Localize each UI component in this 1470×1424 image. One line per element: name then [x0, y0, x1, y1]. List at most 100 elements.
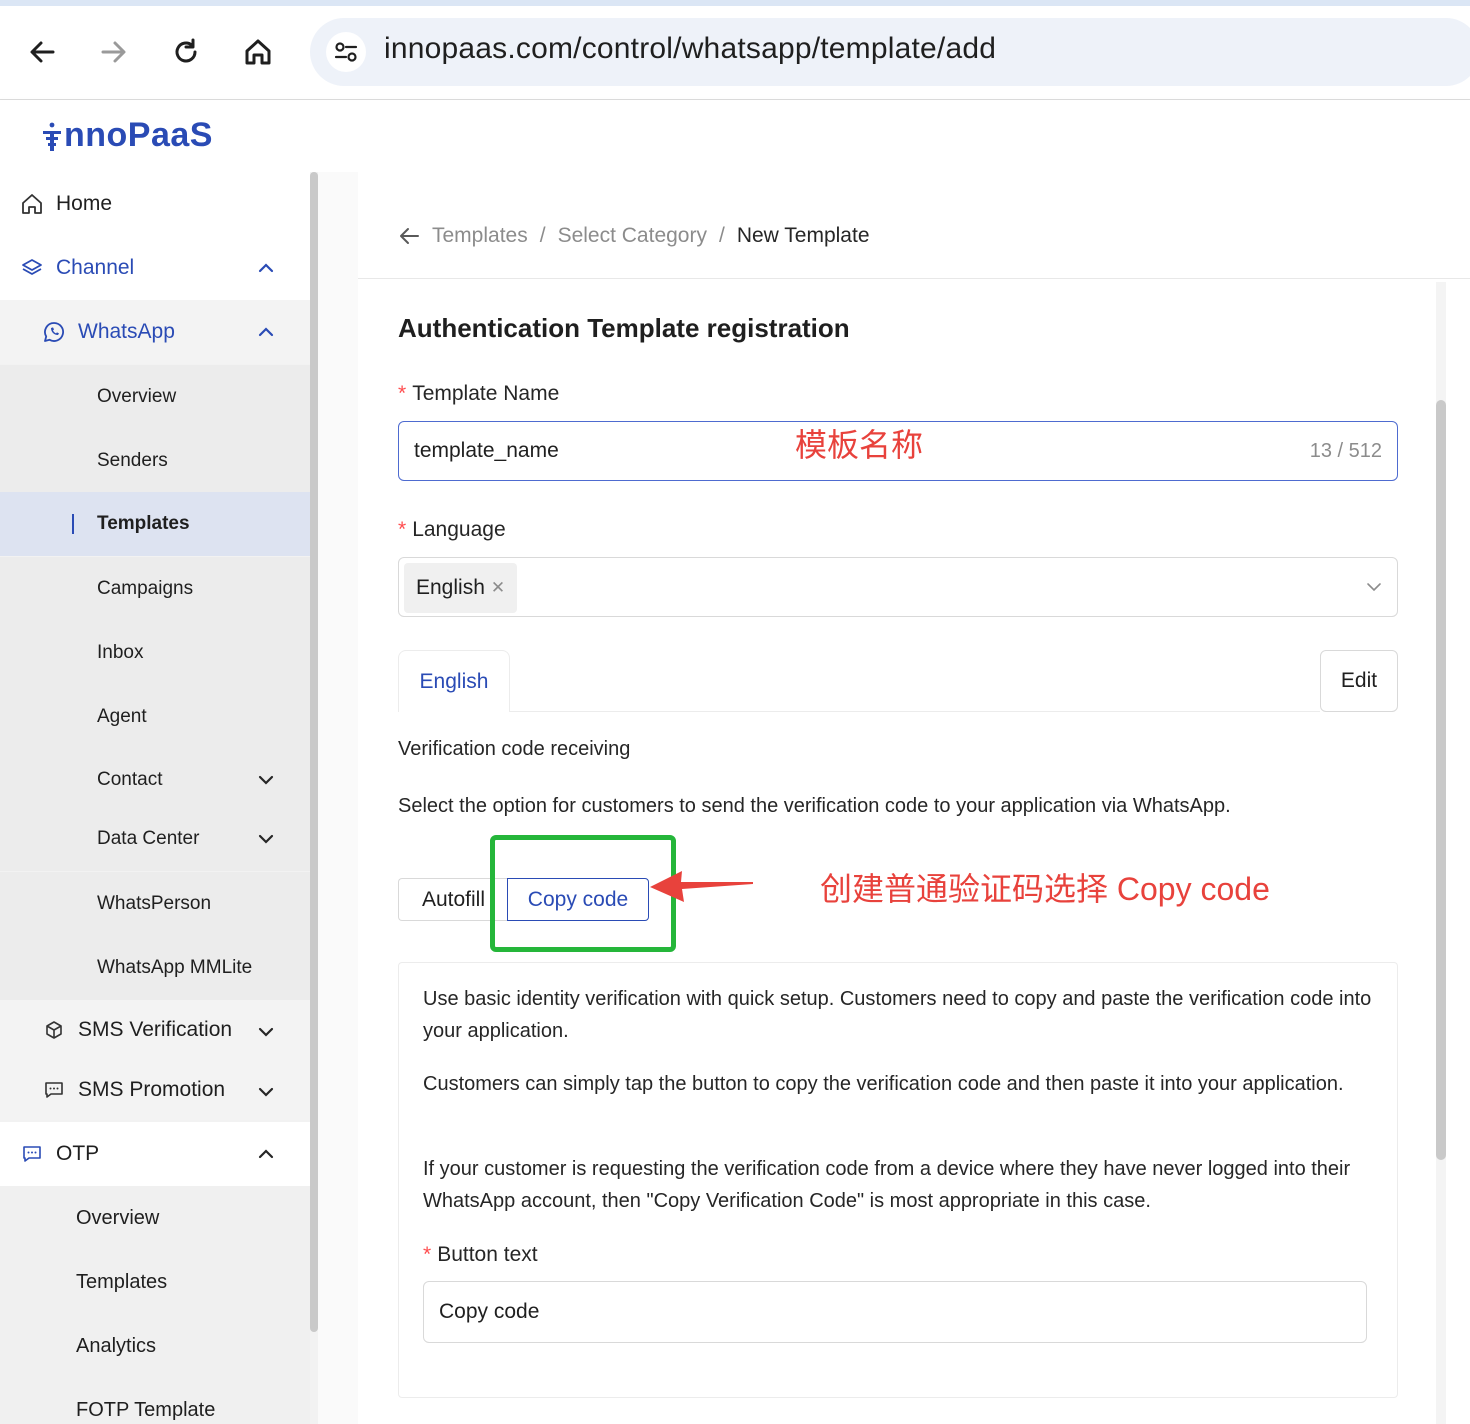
- home-icon: [20, 192, 44, 216]
- sidebar-item-whatsapp-mmlite[interactable]: WhatsApp MMLite: [0, 936, 310, 1000]
- language-tag: English ✕: [404, 563, 518, 613]
- sidebar-label: SMS Promotion: [78, 1078, 226, 1101]
- sidebar-item-campaigns[interactable]: Campaigns: [0, 557, 310, 621]
- sidebar-label: Inbox: [97, 642, 144, 663]
- whatsapp-icon: [42, 320, 66, 344]
- sidebar-label: Overview: [97, 386, 177, 407]
- sidebar-item-home[interactable]: Home: [0, 172, 310, 236]
- close-icon[interactable]: ✕: [491, 578, 505, 598]
- sidebar-item-agent[interactable]: Agent: [0, 685, 310, 749]
- sidebar-label: Analytics: [76, 1334, 157, 1357]
- breadcrumb-separator: /: [539, 224, 546, 247]
- chevron-down-icon: [258, 834, 274, 844]
- innopaas-logo[interactable]: nnoPaaS: [42, 116, 213, 155]
- char-count: 13 / 512: [1309, 440, 1382, 462]
- content-scrollbar[interactable]: [1436, 400, 1446, 1160]
- sidebar-item-fotp-template[interactable]: FOTP Template: [0, 1378, 310, 1424]
- chevron-down-icon: [1367, 583, 1381, 592]
- tab-divider: [510, 711, 1320, 712]
- breadcrumb-new-template: New Template: [736, 224, 870, 247]
- home-browser-icon[interactable]: [236, 30, 280, 74]
- required-mark: *: [398, 382, 407, 405]
- language-select[interactable]: English ✕: [398, 557, 1398, 617]
- sidebar-item-sms-verification[interactable]: SMS Verification: [0, 1000, 310, 1060]
- required-mark: *: [423, 1243, 432, 1266]
- sidebar-item-otp-analytics[interactable]: Analytics: [0, 1314, 310, 1378]
- sidebar-label: WhatsApp MMLite: [97, 957, 253, 978]
- sidebar-label: SMS Verification: [78, 1018, 233, 1041]
- sidebar-item-sms-promotion[interactable]: SMS Promotion: [0, 1060, 310, 1120]
- chevron-up-icon: [258, 1149, 274, 1159]
- logo-text: nnoPaaS: [64, 116, 213, 154]
- sidebar-item-channel[interactable]: Channel: [0, 236, 310, 300]
- sidebar-label: WhatsApp: [78, 320, 175, 343]
- sidebar-item-otp-overview[interactable]: Overview: [0, 1186, 310, 1250]
- sidebar-item-senders[interactable]: Senders: [0, 429, 310, 493]
- description-paragraph: Customers can simply tap the button to c…: [423, 1073, 1344, 1095]
- sidebar-item-templates[interactable]: Templates: [0, 492, 310, 556]
- template-name-value: template_name: [414, 439, 559, 462]
- description-paragraph: If your customer is requesting the verif…: [423, 1158, 1351, 1212]
- address-bar[interactable]: innopaas.com/control/whatsapp/template/a…: [310, 18, 1470, 86]
- site-settings-icon[interactable]: [326, 32, 366, 72]
- breadcrumb: Templates / Select Category / New Templa…: [398, 224, 870, 248]
- chevron-up-icon: [258, 263, 274, 273]
- page-title: Authentication Template registration: [398, 313, 850, 343]
- button-text-value: Copy code: [439, 1300, 540, 1323]
- sidebar-label: FOTP Template: [76, 1398, 216, 1421]
- label-text: Language: [412, 518, 506, 541]
- browser-toolbar: innopaas.com/control/whatsapp/template/a…: [0, 0, 1470, 100]
- message-icon: [20, 1142, 44, 1166]
- copy-code-description-panel: Use basic identity verification with qui…: [398, 962, 1398, 1398]
- button-text-input[interactable]: Copy code: [423, 1281, 1367, 1343]
- sidebar-label: Home: [56, 192, 113, 215]
- sidebar-scrollbar[interactable]: [310, 172, 318, 1332]
- breadcrumb-separator: /: [718, 224, 725, 247]
- sidebar-label: Contact: [97, 769, 163, 790]
- verification-heading: Verification code receiving: [398, 738, 631, 760]
- sidebar-item-whatsapp[interactable]: WhatsApp: [0, 300, 310, 364]
- breadcrumb-templates[interactable]: Templates: [432, 224, 528, 248]
- chevron-down-icon: [258, 1087, 274, 1097]
- chevron-down-icon: [258, 775, 274, 785]
- label-text: Button text: [437, 1243, 538, 1266]
- cube-icon: [42, 1018, 66, 1042]
- message-icon: [42, 1078, 66, 1102]
- breadcrumb-select-category[interactable]: Select Category: [558, 224, 707, 248]
- annotation-template-name: 模板名称: [795, 427, 924, 463]
- sidebar-label: Senders: [97, 450, 168, 471]
- app-header: nnoPaaS: [0, 100, 1470, 172]
- sidebar-item-otp-templates[interactable]: Templates: [0, 1250, 310, 1314]
- template-name-label: * Template Name: [398, 382, 559, 406]
- sidebar-label: Templates: [76, 1270, 168, 1293]
- sidebar-label: Overview: [76, 1206, 160, 1229]
- main-gutter: [318, 172, 358, 1424]
- arrow-left-icon[interactable]: [398, 225, 420, 247]
- back-icon[interactable]: [20, 30, 64, 74]
- annotation-copy-code: 创建普通验证码选择 Copy code: [820, 871, 1270, 907]
- sidebar-label: OTP: [56, 1142, 100, 1165]
- sidebar-item-overview[interactable]: Overview: [0, 365, 310, 429]
- sidebar-label: Campaigns: [97, 578, 194, 599]
- edit-button[interactable]: Edit: [1320, 650, 1398, 712]
- forward-icon[interactable]: [92, 30, 136, 74]
- logo-mark-icon: [42, 121, 62, 151]
- description-paragraph: Use basic identity verification with qui…: [423, 988, 1372, 1042]
- active-indicator: [72, 514, 74, 534]
- sidebar-label: Agent: [97, 706, 147, 727]
- annotation-arrow-icon: [650, 871, 753, 902]
- url-text[interactable]: innopaas.com/control/whatsapp/template/a…: [384, 32, 996, 66]
- chevron-down-icon: [258, 1027, 274, 1037]
- label-text: Template Name: [412, 382, 560, 405]
- sidebar-label: Data Center: [97, 828, 200, 849]
- sidebar-item-data-center[interactable]: Data Center: [0, 807, 310, 871]
- sidebar-item-whatsperson[interactable]: WhatsPerson: [0, 872, 310, 936]
- sidebar-item-contact[interactable]: Contact: [0, 748, 310, 812]
- verification-description: Select the option for customers to send …: [398, 795, 1231, 817]
- sidebar-item-otp[interactable]: OTP: [0, 1122, 310, 1186]
- reload-icon[interactable]: [164, 30, 208, 74]
- language-tag-text: English: [416, 576, 485, 599]
- sidebar-item-inbox[interactable]: Inbox: [0, 621, 310, 685]
- tab-english[interactable]: English: [398, 650, 510, 712]
- browser-top-strip: [0, 0, 1470, 6]
